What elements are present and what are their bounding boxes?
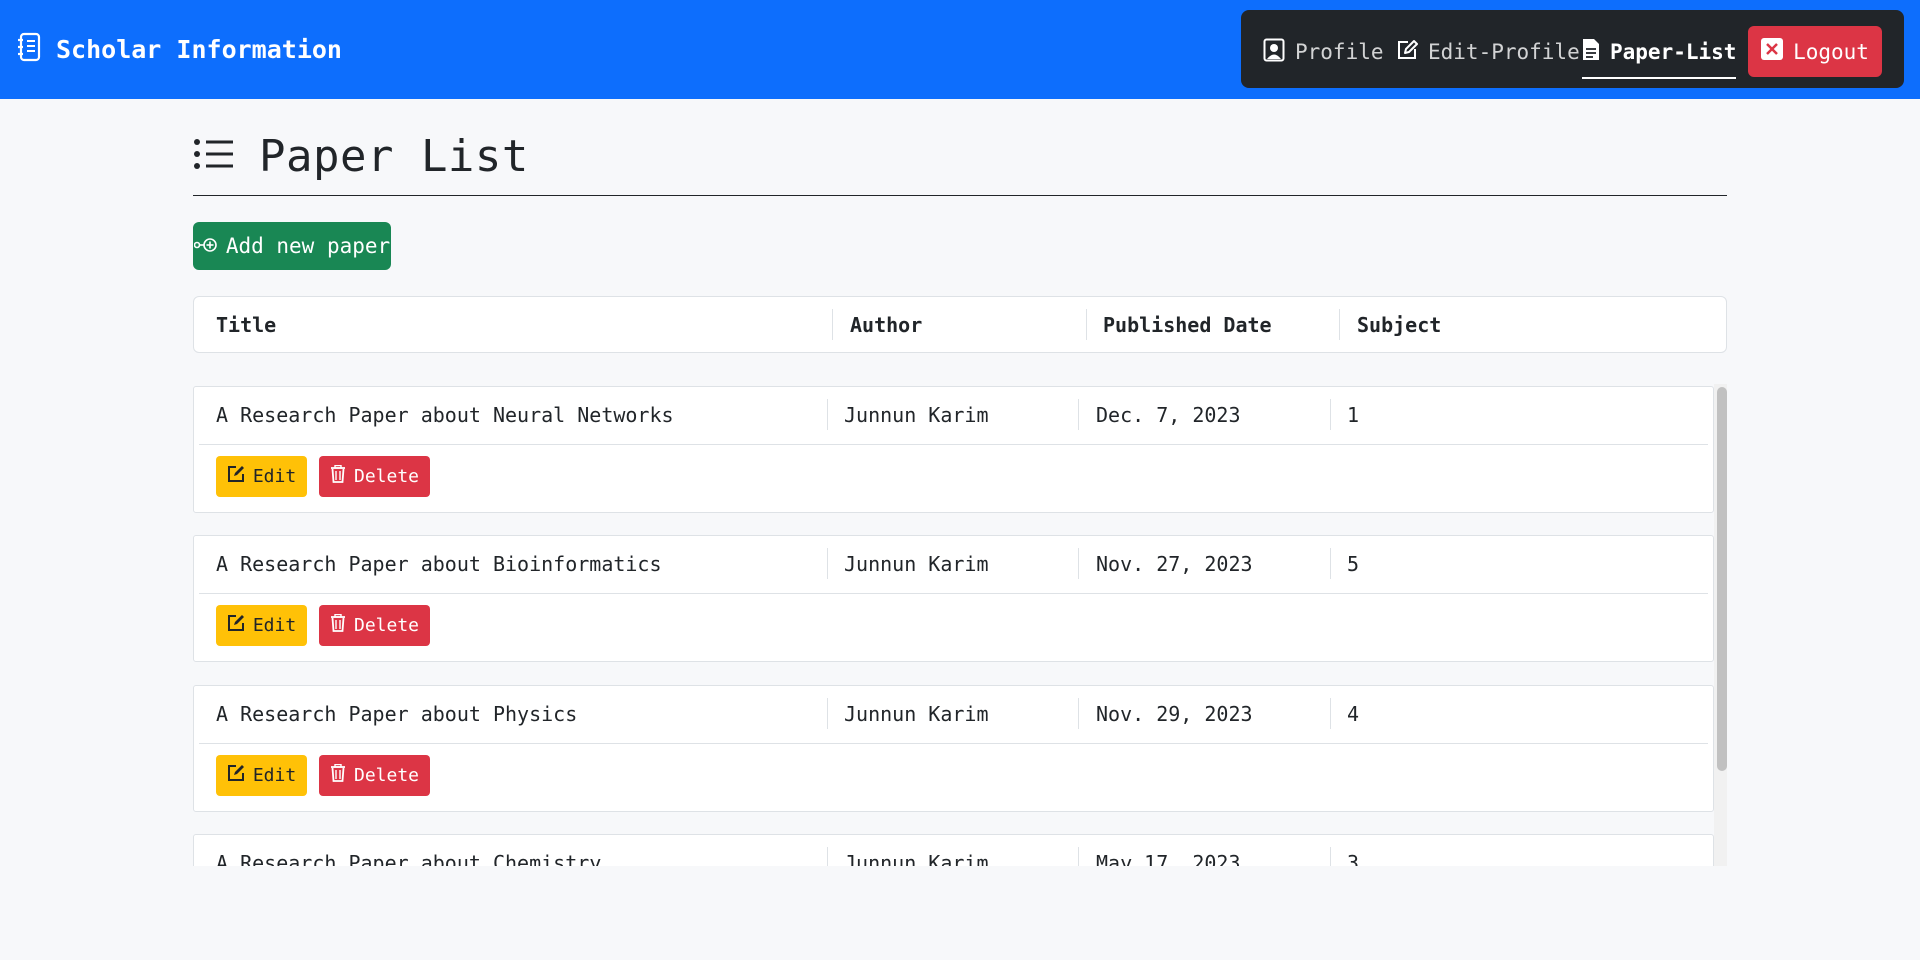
- paper-title: A Research Paper about Chemistry: [216, 850, 602, 867]
- paper-subject: 4: [1347, 701, 1360, 726]
- column-divider: [1339, 309, 1340, 340]
- paper-date: Dec. 7, 2023: [1096, 402, 1241, 427]
- paper-title: A Research Paper about Neural Networks: [216, 402, 674, 427]
- column-divider: [827, 847, 828, 866]
- file-text-icon: [1582, 38, 1610, 66]
- nav-item-paper-list[interactable]: Paper-List: [1582, 34, 1737, 79]
- nav-item-label: Edit-Profile: [1428, 40, 1580, 64]
- top-navbar: Scholar Information Profile Edit-Profile: [0, 0, 1920, 99]
- column-header-subject[interactable]: Subject: [1357, 297, 1441, 352]
- column-divider: [1078, 548, 1079, 579]
- paper-author: Junnun Karim: [844, 850, 989, 867]
- paper-subject: 5: [1347, 551, 1360, 576]
- scrollbar-thumb[interactable]: [1717, 387, 1727, 771]
- delete-button[interactable]: Delete: [319, 605, 430, 646]
- column-divider: [1330, 399, 1331, 430]
- paper-row: A Research Paper about Bioinformatics Ju…: [193, 535, 1714, 662]
- logout-button[interactable]: Logout: [1748, 26, 1882, 77]
- paper-author: Junnun Karim: [844, 701, 989, 726]
- paper-row: A Research Paper about Chemistry Junnun …: [193, 834, 1714, 866]
- page-heading: Paper List: [193, 128, 529, 184]
- trash-icon: [330, 763, 354, 787]
- pencil-square-icon: [227, 614, 253, 637]
- logout-label: Logout: [1793, 39, 1869, 64]
- paper-author: Junnun Karim: [844, 402, 989, 427]
- column-header-author[interactable]: Author: [850, 297, 922, 352]
- edit-label: Edit: [252, 615, 297, 636]
- column-divider: [827, 399, 828, 430]
- delete-label: Delete: [353, 466, 420, 487]
- column-divider: [827, 548, 828, 579]
- paper-date: May 17, 2023: [1096, 850, 1241, 867]
- column-header-published-date[interactable]: Published Date: [1103, 297, 1272, 352]
- paper-subject: 1: [1347, 402, 1360, 427]
- pencil-square-icon: [227, 465, 253, 488]
- nav-item-profile[interactable]: Profile: [1263, 34, 1384, 70]
- delete-label: Delete: [353, 765, 420, 786]
- column-divider: [1078, 399, 1079, 430]
- column-divider: [827, 698, 828, 729]
- column-divider: [1330, 698, 1331, 729]
- column-divider: [1078, 698, 1079, 729]
- page-title: Paper List: [259, 130, 529, 182]
- paper-row: A Research Paper about Neural Networks J…: [193, 386, 1714, 513]
- nav-item-label: Paper-List: [1610, 40, 1737, 64]
- pencil-square-icon: [227, 764, 253, 787]
- heading-divider: [193, 195, 1727, 196]
- column-divider: [832, 309, 833, 340]
- paper-subject: 3: [1347, 850, 1360, 867]
- edit-button[interactable]: Edit: [216, 605, 307, 646]
- plus-circle-connector-icon: [193, 234, 226, 258]
- column-divider: [1330, 548, 1331, 579]
- pencil-square-icon: [1396, 39, 1428, 66]
- add-paper-button[interactable]: Add new paper: [193, 222, 391, 270]
- edit-button[interactable]: Edit: [216, 755, 307, 796]
- trash-icon: [330, 613, 354, 637]
- nav-item-label: Profile: [1295, 40, 1384, 64]
- column-divider: [1078, 847, 1079, 866]
- paper-row: A Research Paper about Physics Junnun Ka…: [193, 685, 1714, 812]
- paper-author: Junnun Karim: [844, 551, 989, 576]
- column-divider: [1086, 309, 1087, 340]
- nav-item-edit-profile[interactable]: Edit-Profile: [1396, 34, 1580, 70]
- paper-title: A Research Paper about Physics: [216, 701, 578, 726]
- paper-title: A Research Paper about Bioinformatics: [216, 551, 662, 576]
- edit-label: Edit: [252, 765, 297, 786]
- column-header-title[interactable]: Title: [216, 297, 276, 352]
- brand[interactable]: Scholar Information: [16, 32, 342, 66]
- paper-date: Nov. 27, 2023: [1096, 551, 1253, 576]
- paper-date: Nov. 29, 2023: [1096, 701, 1253, 726]
- notebook-icon: [16, 32, 42, 66]
- add-paper-label: Add new paper: [225, 234, 391, 258]
- delete-button[interactable]: Delete: [319, 755, 430, 796]
- paper-list[interactable]: A Research Paper about Neural Networks J…: [193, 384, 1727, 866]
- delete-label: Delete: [353, 615, 420, 636]
- delete-button[interactable]: Delete: [319, 456, 430, 497]
- edit-button[interactable]: Edit: [216, 456, 307, 497]
- row-divider: [199, 743, 1708, 744]
- column-divider: [1330, 847, 1331, 866]
- x-square-icon: [1761, 38, 1793, 65]
- list-icon: [193, 136, 235, 176]
- row-divider: [199, 593, 1708, 594]
- table-header: Title Author Published Date Subject: [193, 296, 1727, 353]
- trash-icon: [330, 464, 354, 488]
- app-title: Scholar Information: [56, 34, 342, 64]
- row-divider: [199, 444, 1708, 445]
- person-badge-icon: [1263, 38, 1295, 67]
- edit-label: Edit: [252, 466, 297, 487]
